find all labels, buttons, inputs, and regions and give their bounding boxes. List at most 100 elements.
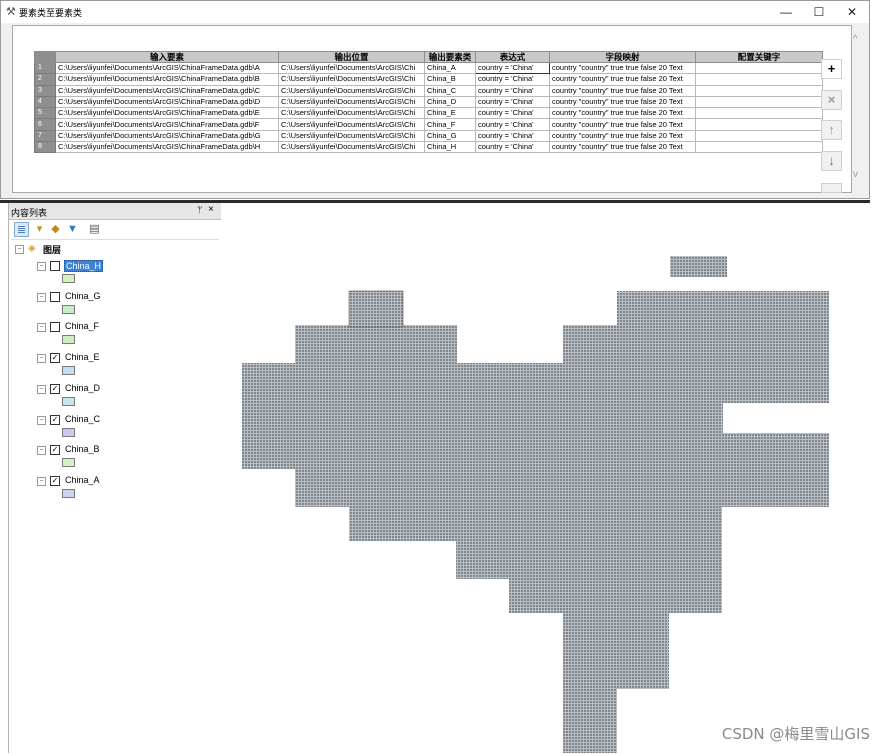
- output-feature-class-cell[interactable]: China_B: [424, 73, 476, 86]
- output-location-cell[interactable]: C:\Users\liyunfei\Documents\ArcGIS\Chi: [278, 84, 425, 97]
- layer-symbol-swatch[interactable]: [62, 335, 75, 345]
- layer-name[interactable]: China_F: [64, 321, 100, 331]
- input-features-cell[interactable]: C:\Users\liyunfei\Documents\ArcGIS\China…: [55, 73, 279, 86]
- layer-item[interactable]: − ✓ China_D: [15, 383, 215, 413]
- layer-symbol-swatch[interactable]: [62, 274, 75, 283]
- table-row[interactable]: 7 C:\Users\liyunfei\Documents\ArcGIS\Chin…: [34, 129, 823, 143]
- config-keyword-cell[interactable]: [695, 107, 823, 120]
- layer-item[interactable]: − China_F: [15, 321, 215, 351]
- visibility-checkbox[interactable]: ✓: [50, 445, 60, 456]
- row-number[interactable]: 3: [34, 84, 56, 97]
- layer-item[interactable]: − China_G: [15, 291, 215, 321]
- column-header[interactable]: 配置关键字: [695, 51, 823, 63]
- column-header[interactable]: 字段映射: [549, 51, 696, 63]
- column-header[interactable]: 输入要素: [55, 51, 279, 63]
- remove-row-button[interactable]: ×: [821, 90, 842, 110]
- output-feature-class-cell[interactable]: China_E: [424, 107, 476, 120]
- visibility-checkbox[interactable]: ✓: [50, 414, 60, 425]
- visibility-checkbox[interactable]: [50, 261, 60, 271]
- pin-icon[interactable]: ᛘ: [197, 205, 202, 215]
- output-feature-class-cell[interactable]: China_C: [424, 84, 476, 97]
- expression-cell[interactable]: country = 'China': [475, 118, 550, 131]
- collapse-toggle[interactable]: −: [37, 323, 46, 333]
- expression-cell[interactable]: country = 'China': [475, 141, 550, 154]
- field-mapping-cell[interactable]: country "country" true true false 20 Tex…: [549, 61, 696, 75]
- output-location-cell[interactable]: C:\Users\liyunfei\Documents\ArcGIS\Chi: [278, 129, 425, 143]
- row-number[interactable]: 5: [34, 107, 56, 120]
- visibility-checkbox[interactable]: ✓: [50, 475, 60, 486]
- layer-item[interactable]: − ✓ China_E: [15, 352, 215, 382]
- collapse-toggle[interactable]: −: [15, 245, 24, 254]
- input-features-cell[interactable]: C:\Users\liyunfei\Documents\ArcGIS\China…: [55, 107, 279, 120]
- input-features-cell[interactable]: C:\Users\liyunfei\Documents\ArcGIS\China…: [55, 84, 279, 97]
- input-features-cell[interactable]: C:\Users\liyunfei\Documents\ArcGIS\China…: [55, 61, 279, 75]
- row-number[interactable]: 1: [34, 61, 56, 75]
- row-number[interactable]: 4: [34, 95, 56, 109]
- input-features-cell[interactable]: C:\Users\liyunfei\Documents\ArcGIS\China…: [55, 141, 279, 154]
- layer-name[interactable]: China_A: [64, 475, 101, 485]
- close-button[interactable]: ✕: [837, 1, 867, 23]
- layer-item[interactable]: − ✓ China_C: [15, 414, 215, 444]
- column-header[interactable]: 输出位置: [278, 51, 425, 63]
- field-mapping-cell[interactable]: country "country" true true false 20 Tex…: [549, 118, 696, 131]
- layer-item[interactable]: − China_H: [15, 260, 215, 290]
- layer-item[interactable]: − ✓ China_A: [15, 475, 215, 505]
- config-keyword-cell[interactable]: [695, 129, 823, 143]
- list-by-source-icon[interactable]: ▾: [32, 222, 47, 237]
- layer-name[interactable]: China_B: [64, 444, 101, 454]
- map-canvas[interactable]: [221, 203, 885, 753]
- output-location-cell[interactable]: C:\Users\liyunfei\Documents\ArcGIS\Chi: [278, 107, 425, 120]
- output-location-cell[interactable]: C:\Users\liyunfei\Documents\ArcGIS\Chi: [278, 61, 425, 75]
- table-row[interactable]: 2 C:\Users\liyunfei\Documents\ArcGIS\Chin…: [34, 73, 823, 86]
- config-keyword-cell[interactable]: [695, 141, 823, 154]
- table-row[interactable]: 5 C:\Users\liyunfei\Documents\ArcGIS\Chin…: [34, 107, 823, 120]
- layer-symbol-swatch[interactable]: [62, 396, 75, 406]
- close-icon[interactable]: ×: [208, 204, 214, 215]
- layer-symbol-swatch[interactable]: [62, 427, 75, 437]
- table-row[interactable]: 8 C:\Users\liyunfei\Documents\ArcGIS\Chin…: [34, 141, 823, 154]
- collapse-toggle[interactable]: −: [37, 354, 46, 364]
- column-header[interactable]: 表达式: [475, 51, 550, 63]
- add-row-button[interactable]: +: [821, 59, 842, 79]
- minimize-button[interactable]: —: [771, 1, 801, 23]
- output-feature-class-cell[interactable]: China_G: [424, 129, 476, 143]
- move-down-button[interactable]: ↓: [821, 151, 842, 171]
- field-mapping-cell[interactable]: country "country" true true false 20 Tex…: [549, 95, 696, 109]
- config-keyword-cell[interactable]: [695, 118, 823, 131]
- field-mapping-cell[interactable]: country "country" true true false 20 Tex…: [549, 129, 696, 143]
- visibility-checkbox[interactable]: ✓: [50, 383, 60, 394]
- config-keyword-cell[interactable]: [695, 95, 823, 109]
- collapse-toggle[interactable]: −: [37, 384, 46, 394]
- input-features-cell[interactable]: C:\Users\liyunfei\Documents\ArcGIS\China…: [55, 118, 279, 131]
- field-mapping-cell[interactable]: country "country" true true false 20 Tex…: [549, 84, 696, 97]
- collapse-toggle[interactable]: −: [37, 292, 46, 302]
- table-row[interactable]: 6 C:\Users\liyunfei\Documents\ArcGIS\Chin…: [34, 118, 823, 131]
- row-number[interactable]: 2: [34, 73, 56, 86]
- list-by-drawing-order-icon[interactable]: ≣: [14, 222, 29, 237]
- expression-cell[interactable]: country = 'China': [475, 73, 550, 86]
- map-view[interactable]: CSDN @梅里雪山GIS: [221, 203, 885, 753]
- layer-symbol-swatch[interactable]: [62, 458, 75, 468]
- list-by-selection-icon[interactable]: ▼: [65, 222, 80, 237]
- layer-name[interactable]: China_D: [64, 383, 101, 393]
- expression-cell[interactable]: country = 'China': [475, 61, 550, 75]
- output-location-cell[interactable]: C:\Users\liyunfei\Documents\ArcGIS\Chi: [278, 141, 425, 154]
- layer-symbol-swatch[interactable]: [62, 304, 75, 314]
- config-keyword-cell[interactable]: [695, 61, 823, 75]
- config-keyword-cell[interactable]: [695, 84, 823, 97]
- row-number[interactable]: 7: [34, 129, 56, 143]
- field-mapping-cell[interactable]: country "country" true true false 20 Tex…: [549, 141, 696, 154]
- output-feature-class-cell[interactable]: China_H: [424, 141, 476, 154]
- more-button[interactable]: [821, 183, 842, 193]
- visibility-checkbox[interactable]: [50, 291, 60, 302]
- table-row[interactable]: 3 C:\Users\liyunfei\Documents\ArcGIS\Chin…: [34, 84, 823, 97]
- input-features-cell[interactable]: C:\Users\liyunfei\Documents\ArcGIS\China…: [55, 95, 279, 109]
- layer-item[interactable]: − ✓ China_B: [15, 444, 215, 474]
- scroll-down-arrow[interactable]: v: [853, 169, 858, 180]
- collapse-toggle[interactable]: −: [37, 476, 46, 486]
- output-feature-class-cell[interactable]: China_D: [424, 95, 476, 109]
- collapse-toggle[interactable]: −: [37, 262, 46, 271]
- collapse-toggle[interactable]: −: [37, 415, 46, 425]
- visibility-checkbox[interactable]: ✓: [50, 353, 60, 364]
- layer-name[interactable]: China_C: [64, 414, 101, 424]
